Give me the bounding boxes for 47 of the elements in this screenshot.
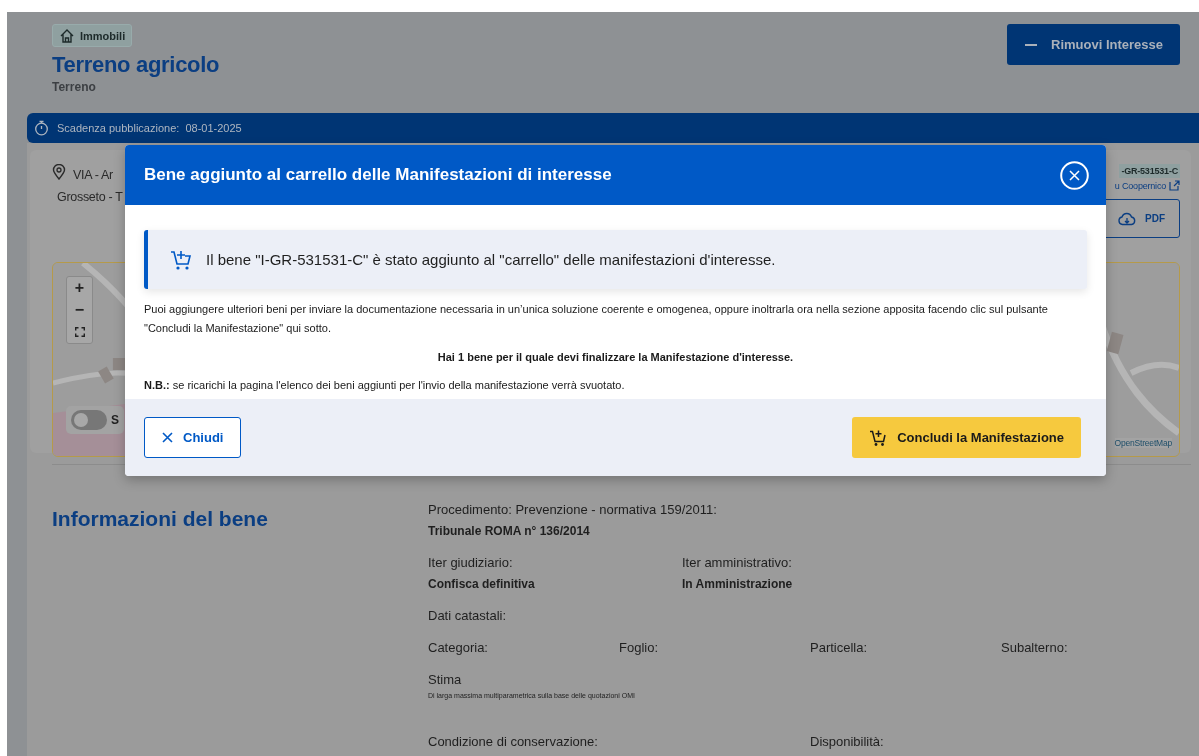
map-attribution[interactable]: OpenStreetMap [1114,438,1172,448]
remove-interest-button[interactable]: Rimuovi Interesse [1007,24,1180,65]
zoom-in-button[interactable]: + [67,277,92,299]
close-dialog-button[interactable]: Chiudi [144,417,242,458]
conclude-button[interactable]: Concludi la Manifestazione [852,417,1081,458]
address-text: Grosseto - T [57,189,123,206]
deadline-text: Scadenza pubblicazione: 08-01-2025 [57,122,242,134]
section-title: Informazioni del bene [52,507,269,532]
field-label: Iter giudiziario: [428,554,514,572]
field-label: Categoria: [428,639,489,657]
property-code: -GR-531531-C [1119,164,1180,178]
field-value: In Amministrazione [682,576,794,593]
dialog-paragraph: Puoi aggiungere ulteriori beni per inviare la documentazione necessaria in un’unica soluzione coerente e omogenea, oppure inoltrarla ora nella sezione apposita facendo clic sul pulsante "Concludi la Manifestazione" qui sotto. [144,302,1049,336]
summary-text: Hai 1 bene per il quale devi finalizzare la Manifestazione d'interesse. [436,351,795,363]
cart-plus-icon [869,428,888,447]
field-label: Dati catastali: [428,607,508,625]
fullscreen-icon [74,327,85,337]
close-icon [162,432,173,443]
house-icon [59,28,75,43]
zoom-out-button[interactable]: − [67,299,92,321]
cart-plus-icon [170,248,192,271]
field-value: Confisca definitiva [428,576,536,593]
field-label: Stima [428,671,463,689]
toggle-switch[interactable] [71,410,107,430]
minus-icon [1025,43,1037,46]
field-label: Iter amministrativo: [682,554,793,572]
field-label: Disponibilità: [810,735,885,749]
coopernico-link[interactable]: u Coopernico [1114,180,1180,191]
category-badge: Immobili [52,24,133,47]
field-label: Subalterno: [1001,639,1069,657]
field-label: Foglio: [619,639,660,657]
field-value: Tribunale ROMA n° 136/2014 [428,523,591,540]
field-label: Procedimento: Prevenzione - normativa 159/2011: [428,501,718,519]
location-pin-icon [52,164,66,180]
page-title: Terreno agricolo [52,52,220,78]
cloud-download-icon [1118,211,1136,226]
note-text: N.B.: se ricarichi la pagina l'elenco dei beni aggiunti per l'invio della manifestazione verrà svuotato. [144,379,626,391]
field-label: Condizione di conservazione: [428,735,599,749]
external-link-icon [1169,180,1180,191]
stopwatch-icon [34,120,49,136]
field-label: Particella: [810,639,869,657]
dialog-title: Bene aggiunto al carrello delle Manifestazioni di interesse [144,165,612,185]
close-button[interactable] [1060,160,1089,190]
page-subtitle: Terreno [52,80,97,94]
toggle-label: S [111,413,119,427]
address-text: VIA - Ar [73,167,114,184]
alert-text: Il bene "I-GR-531531-C" è stato aggiunto al "carrello" delle manifestazioni d'interesse. [206,251,776,268]
